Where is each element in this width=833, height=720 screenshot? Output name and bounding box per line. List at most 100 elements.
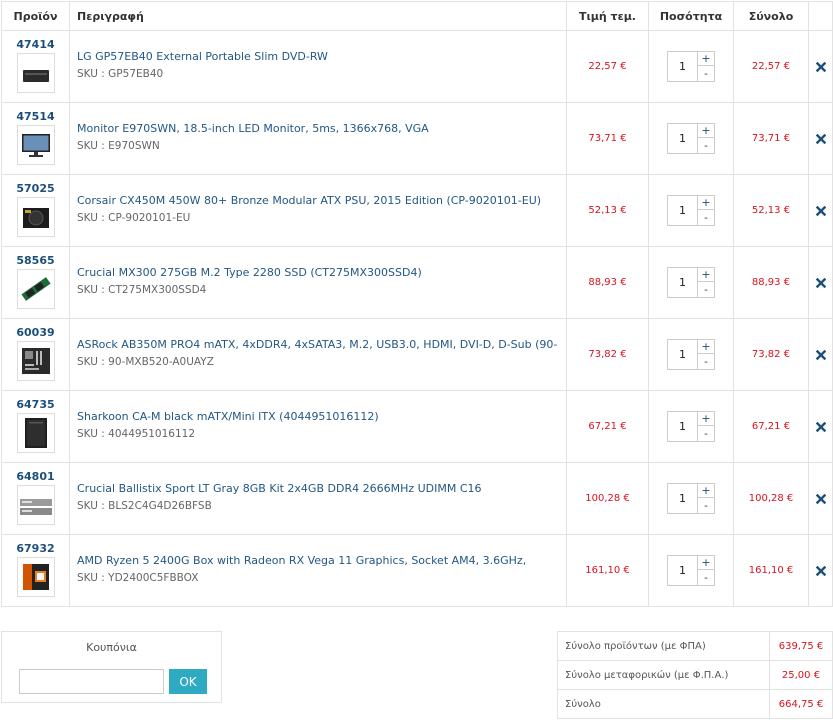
coupon-box: Κουπόνια OK xyxy=(1,631,222,703)
quantity-plus-button[interactable]: + xyxy=(698,555,715,570)
quantity-stepper: 1 + - xyxy=(667,339,715,370)
remove-item-icon[interactable] xyxy=(815,206,826,216)
remove-item-icon[interactable] xyxy=(815,494,826,504)
row-total: 67,21 € xyxy=(733,390,809,463)
product-thumbnail-dvd-drive[interactable] xyxy=(17,53,55,93)
product-title-link[interactable]: Corsair CX450M 450W 80+ Bronze Modular A… xyxy=(77,193,566,208)
product-code-link[interactable]: 58565 xyxy=(2,254,69,267)
quantity-input[interactable]: 1 xyxy=(667,411,698,442)
product-code-link[interactable]: 47414 xyxy=(2,38,69,51)
description-cell: LG GP57EB40 External Portable Slim DVD-R… xyxy=(69,30,567,103)
product-thumbnail-monitor[interactable] xyxy=(17,125,55,165)
header-total: Σύνολο xyxy=(733,1,809,31)
remove-item-icon[interactable] xyxy=(815,422,826,432)
totals-value: 639,75 € xyxy=(769,631,833,661)
unit-price: 52,13 € xyxy=(566,174,649,247)
totals-row-shipping: Σύνολο μεταφορικών (με Φ.Π.Α.) 25,00 € xyxy=(557,660,833,690)
cart-row: 67932 AMD Ryzen 5 2400G Box with Radeon … xyxy=(1,534,833,607)
product-cell: 57025 xyxy=(1,174,70,247)
header-remove xyxy=(808,1,833,31)
description-cell: ASRock AB350M PRO4 mATX, 4xDDR4, 4xSATA3… xyxy=(69,318,567,391)
quantity-minus-button[interactable]: - xyxy=(698,570,715,586)
quantity-input[interactable]: 1 xyxy=(667,339,698,370)
quantity-cell: 1 + - xyxy=(648,462,734,535)
coupon-input[interactable] xyxy=(19,669,164,694)
quantity-minus-button[interactable]: - xyxy=(698,282,715,298)
totals-label: Σύνολο προϊόντων (με ΦΠΑ) xyxy=(557,631,770,661)
product-title-link[interactable]: Monitor E970SWN, 18.5-inch LED Monitor, … xyxy=(77,121,566,136)
product-code-link[interactable]: 67932 xyxy=(2,542,69,555)
quantity-input[interactable]: 1 xyxy=(667,123,698,154)
quantity-minus-button[interactable]: - xyxy=(698,354,715,370)
quantity-plus-button[interactable]: + xyxy=(698,411,715,426)
remove-item-icon[interactable] xyxy=(815,566,826,576)
row-total: 73,71 € xyxy=(733,102,809,175)
quantity-plus-button[interactable]: + xyxy=(698,267,715,282)
header-unit-price: Τιμή τεμ. xyxy=(566,1,649,31)
quantity-stepper: 1 + - xyxy=(667,411,715,442)
description-cell: Corsair CX450M 450W 80+ Bronze Modular A… xyxy=(69,174,567,247)
totals-table: Σύνολο προϊόντων (με ΦΠΑ) 639,75 € Σύνολ… xyxy=(557,631,833,719)
product-thumbnail-m2-ssd[interactable] xyxy=(17,269,55,309)
quantity-input[interactable]: 1 xyxy=(667,555,698,586)
remove-item-icon[interactable] xyxy=(815,134,826,144)
quantity-stepper: 1 + - xyxy=(667,555,715,586)
product-code-link[interactable]: 47514 xyxy=(2,110,69,123)
quantity-minus-button[interactable]: - xyxy=(698,426,715,442)
quantity-plus-button[interactable]: + xyxy=(698,123,715,138)
product-code-link[interactable]: 57025 xyxy=(2,182,69,195)
quantity-plus-button[interactable]: + xyxy=(698,195,715,210)
remove-item-icon[interactable] xyxy=(815,278,826,288)
cart-table: Προϊόν Περιγραφή Τιμή τεμ. Ποσότητα Σύνο… xyxy=(1,1,833,607)
product-thumbnail-motherboard[interactable] xyxy=(17,341,55,381)
cart-row: 64801 Crucial Ballistix Sport LT Gray 8G… xyxy=(1,462,833,535)
product-title-link[interactable]: LG GP57EB40 External Portable Slim DVD-R… xyxy=(77,49,566,64)
quantity-input[interactable]: 1 xyxy=(667,483,698,514)
product-title-link[interactable]: Sharkoon CA-M black mATX/Mini ITX (40449… xyxy=(77,409,566,424)
unit-price: 73,71 € xyxy=(566,102,649,175)
product-code-link[interactable]: 60039 xyxy=(2,326,69,339)
product-title-link[interactable]: Crucial Ballistix Sport LT Gray 8GB Kit … xyxy=(77,481,566,496)
remove-cell xyxy=(808,462,833,535)
quantity-minus-button[interactable]: - xyxy=(698,66,715,82)
quantity-cell: 1 + - xyxy=(648,390,734,463)
quantity-stepper: 1 + - xyxy=(667,51,715,82)
quantity-minus-button[interactable]: - xyxy=(698,210,715,226)
quantity-input[interactable]: 1 xyxy=(667,195,698,226)
product-title-link[interactable]: Crucial MX300 275GB M.2 Type 2280 SSD (C… xyxy=(77,265,566,280)
cart-row: 64735 Sharkoon CA-M black mATX/Mini ITX … xyxy=(1,390,833,463)
cart-row: 60039 ASRock AB350M PRO4 mATX, 4xDDR4, 4… xyxy=(1,318,833,391)
remove-item-icon[interactable] xyxy=(815,62,826,72)
quantity-input[interactable]: 1 xyxy=(667,51,698,82)
product-cell: 47514 xyxy=(1,102,70,175)
product-title-link[interactable]: ASRock AB350M PRO4 mATX, 4xDDR4, 4xSATA3… xyxy=(77,337,566,352)
product-sku: SKU : E970SWN xyxy=(77,140,160,152)
quantity-stepper: 1 + - xyxy=(667,195,715,226)
quantity-cell: 1 + - xyxy=(648,246,734,319)
product-thumbnail-psu[interactable] xyxy=(17,197,55,237)
product-thumbnail-cpu-box[interactable] xyxy=(17,557,55,597)
unit-price: 22,57 € xyxy=(566,30,649,103)
unit-price: 100,28 € xyxy=(566,462,649,535)
description-cell: AMD Ryzen 5 2400G Box with Radeon RX Veg… xyxy=(69,534,567,607)
quantity-minus-button[interactable]: - xyxy=(698,138,715,154)
remove-item-icon[interactable] xyxy=(815,350,826,360)
product-code-link[interactable]: 64735 xyxy=(2,398,69,411)
product-code-link[interactable]: 64801 xyxy=(2,470,69,483)
product-thumbnail-pc-case[interactable] xyxy=(17,413,55,453)
unit-price: 88,93 € xyxy=(566,246,649,319)
product-thumbnail-ram[interactable] xyxy=(17,485,55,525)
cart-row: 47514 Monitor E970SWN, 18.5-inch LED Mon… xyxy=(1,102,833,175)
product-title-link[interactable]: AMD Ryzen 5 2400G Box with Radeon RX Veg… xyxy=(77,553,566,568)
quantity-minus-button[interactable]: - xyxy=(698,498,715,514)
quantity-plus-button[interactable]: + xyxy=(698,483,715,498)
coupon-ok-button[interactable]: OK xyxy=(169,669,207,694)
header-description: Περιγραφή xyxy=(69,1,567,31)
quantity-cell: 1 + - xyxy=(648,30,734,103)
quantity-plus-button[interactable]: + xyxy=(698,51,715,66)
product-cell: 64801 xyxy=(1,462,70,535)
quantity-input[interactable]: 1 xyxy=(667,267,698,298)
quantity-plus-button[interactable]: + xyxy=(698,339,715,354)
remove-cell xyxy=(808,534,833,607)
row-total: 22,57 € xyxy=(733,30,809,103)
